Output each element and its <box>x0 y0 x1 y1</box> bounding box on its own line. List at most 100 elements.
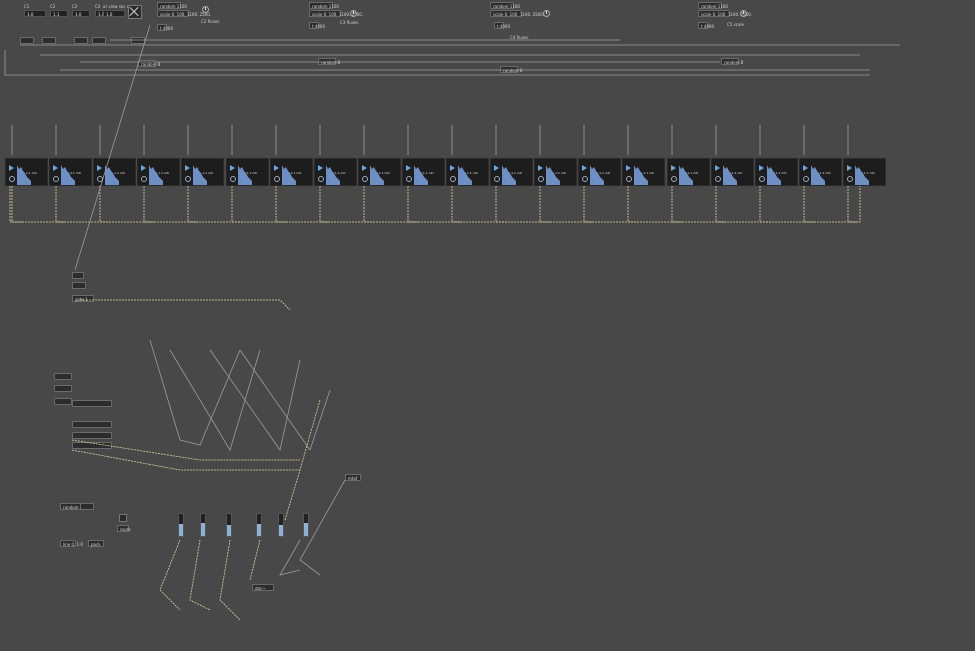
trigger-obj[interactable]: t 4000 <box>157 24 173 31</box>
scale-obj[interactable] <box>72 421 112 428</box>
scale-obj[interactable]: scale 0. 100. 1100. 2500. <box>309 10 363 17</box>
random-obj[interactable]: random 8 <box>721 58 743 65</box>
loop-icon[interactable] <box>9 176 15 182</box>
loop-icon[interactable] <box>405 176 412 182</box>
scale-obj[interactable]: scale 0. 100. 1100. 2500. <box>490 10 544 17</box>
sampler-module[interactable]: 1.1 mtr <box>225 158 269 186</box>
play-icon[interactable] <box>97 165 103 171</box>
route-obj[interactable]: route <box>117 525 131 532</box>
play-icon[interactable] <box>758 165 764 171</box>
random-obj[interactable]: random 1100 <box>490 2 520 9</box>
loop-icon[interactable] <box>229 176 236 182</box>
sampler-module[interactable]: 1.1 mtr <box>490 158 534 186</box>
sampler-module[interactable]: 1.1 mtr <box>269 158 313 186</box>
random-obj[interactable]: random 1100 <box>698 2 728 9</box>
play-icon[interactable] <box>582 165 588 171</box>
random-obj[interactable]: random 8 <box>60 503 82 510</box>
play-icon[interactable] <box>141 165 147 171</box>
sampler-module[interactable]: 1.1 mtr <box>578 158 622 186</box>
play-icon[interactable] <box>802 165 808 171</box>
level-meter[interactable] <box>178 513 184 537</box>
dial-knob[interactable] <box>740 10 747 17</box>
mtof-obj[interactable]: mtof <box>345 474 361 481</box>
number-box[interactable]: 1.1 <box>50 10 68 17</box>
message-obj[interactable] <box>54 373 72 380</box>
gate-obj[interactable]: gate 1 <box>72 295 94 302</box>
loop-icon[interactable] <box>361 176 368 182</box>
play-icon[interactable] <box>361 165 367 171</box>
random-obj[interactable]: random 8 <box>138 60 160 67</box>
scale-obj[interactable]: scale 0. 100. 1100. 2500. <box>698 10 752 17</box>
message-obj[interactable] <box>92 37 106 44</box>
line-obj[interactable]: line 0. 1.0 <box>60 540 83 547</box>
sampler-module[interactable]: 1.1 mtr <box>798 158 842 186</box>
trigger-obj[interactable]: t 4000 <box>698 22 714 29</box>
scale-obj[interactable] <box>72 432 112 439</box>
number-box[interactable]: 1.0 <box>103 10 125 17</box>
random-obj[interactable]: random 1100 <box>157 2 187 9</box>
loop-icon[interactable] <box>714 176 721 182</box>
loop-icon[interactable] <box>317 176 324 182</box>
random-obj[interactable]: random 8 <box>318 58 340 65</box>
sampler-module[interactable]: 1.1 mtr <box>5 158 49 186</box>
loop-icon[interactable] <box>141 176 148 182</box>
message-obj[interactable] <box>20 37 34 44</box>
scale-obj[interactable] <box>72 400 112 407</box>
dial-knob[interactable] <box>202 6 209 13</box>
play-icon[interactable] <box>185 165 191 171</box>
play-icon[interactable] <box>53 165 59 171</box>
toggle[interactable] <box>119 514 127 522</box>
dial-knob[interactable] <box>350 10 357 17</box>
loop-icon[interactable] <box>97 176 104 182</box>
loop-icon[interactable] <box>538 176 545 182</box>
loop-icon[interactable] <box>582 176 589 182</box>
level-meter[interactable] <box>303 513 309 537</box>
loop-icon[interactable] <box>670 176 677 182</box>
level-meter[interactable] <box>256 513 262 537</box>
pack-obj[interactable]: pack <box>88 540 104 547</box>
sampler-module[interactable]: 1.1 mtr <box>446 158 490 186</box>
sampler-module[interactable]: 1.1 mtr <box>754 158 798 186</box>
loop-icon[interactable] <box>846 176 853 182</box>
level-meter[interactable] <box>200 513 206 537</box>
play-icon[interactable] <box>494 165 500 171</box>
play-icon[interactable] <box>317 165 323 171</box>
play-icon[interactable] <box>450 165 455 171</box>
play-icon[interactable] <box>405 165 411 171</box>
sampler-module[interactable]: 1.1 mtr <box>666 158 710 186</box>
play-icon[interactable] <box>626 165 632 171</box>
play-icon[interactable] <box>670 165 676 171</box>
trigger-obj[interactable]: t 4000 <box>309 22 325 29</box>
loop-icon[interactable] <box>53 176 60 182</box>
message-obj[interactable] <box>42 37 56 44</box>
sampler-module[interactable]: 2.1 mtr <box>49 158 93 186</box>
message-obj[interactable] <box>72 282 86 289</box>
message-obj[interactable] <box>74 37 88 44</box>
play-icon[interactable] <box>538 165 544 171</box>
play-icon[interactable] <box>9 165 14 171</box>
sampler-module[interactable]: 1.1 mtr <box>313 158 357 186</box>
toggle-x[interactable] <box>128 5 142 19</box>
loop-icon[interactable] <box>802 176 809 182</box>
dac-obj[interactable]: dac~ <box>252 584 274 591</box>
sampler-module[interactable]: 1.1 mtr <box>401 158 445 186</box>
loop-icon[interactable] <box>626 176 633 182</box>
sampler-module[interactable]: 1.1 mtr <box>622 158 666 186</box>
sampler-module[interactable]: 1.1 mtr <box>181 158 225 186</box>
message-obj[interactable] <box>131 37 145 44</box>
random-obj[interactable]: random 1100 <box>309 2 339 9</box>
message-obj[interactable] <box>80 503 94 510</box>
play-icon[interactable] <box>846 165 852 171</box>
sampler-module[interactable]: 1.1 mtr <box>93 158 137 186</box>
level-meter[interactable] <box>278 513 284 537</box>
trigger-obj[interactable]: t 4000 <box>494 22 510 29</box>
play-icon[interactable] <box>273 165 279 171</box>
play-icon[interactable] <box>714 165 720 171</box>
loop-icon[interactable] <box>494 176 501 182</box>
scale-obj[interactable] <box>72 442 112 449</box>
sampler-module[interactable]: 1.1 mtr <box>357 158 401 186</box>
sampler-module[interactable]: 1.1 mtr <box>710 158 754 186</box>
dial-knob[interactable] <box>543 10 550 17</box>
sampler-module[interactable]: 1.1 mtr <box>534 158 578 186</box>
loop-icon[interactable] <box>185 176 192 182</box>
